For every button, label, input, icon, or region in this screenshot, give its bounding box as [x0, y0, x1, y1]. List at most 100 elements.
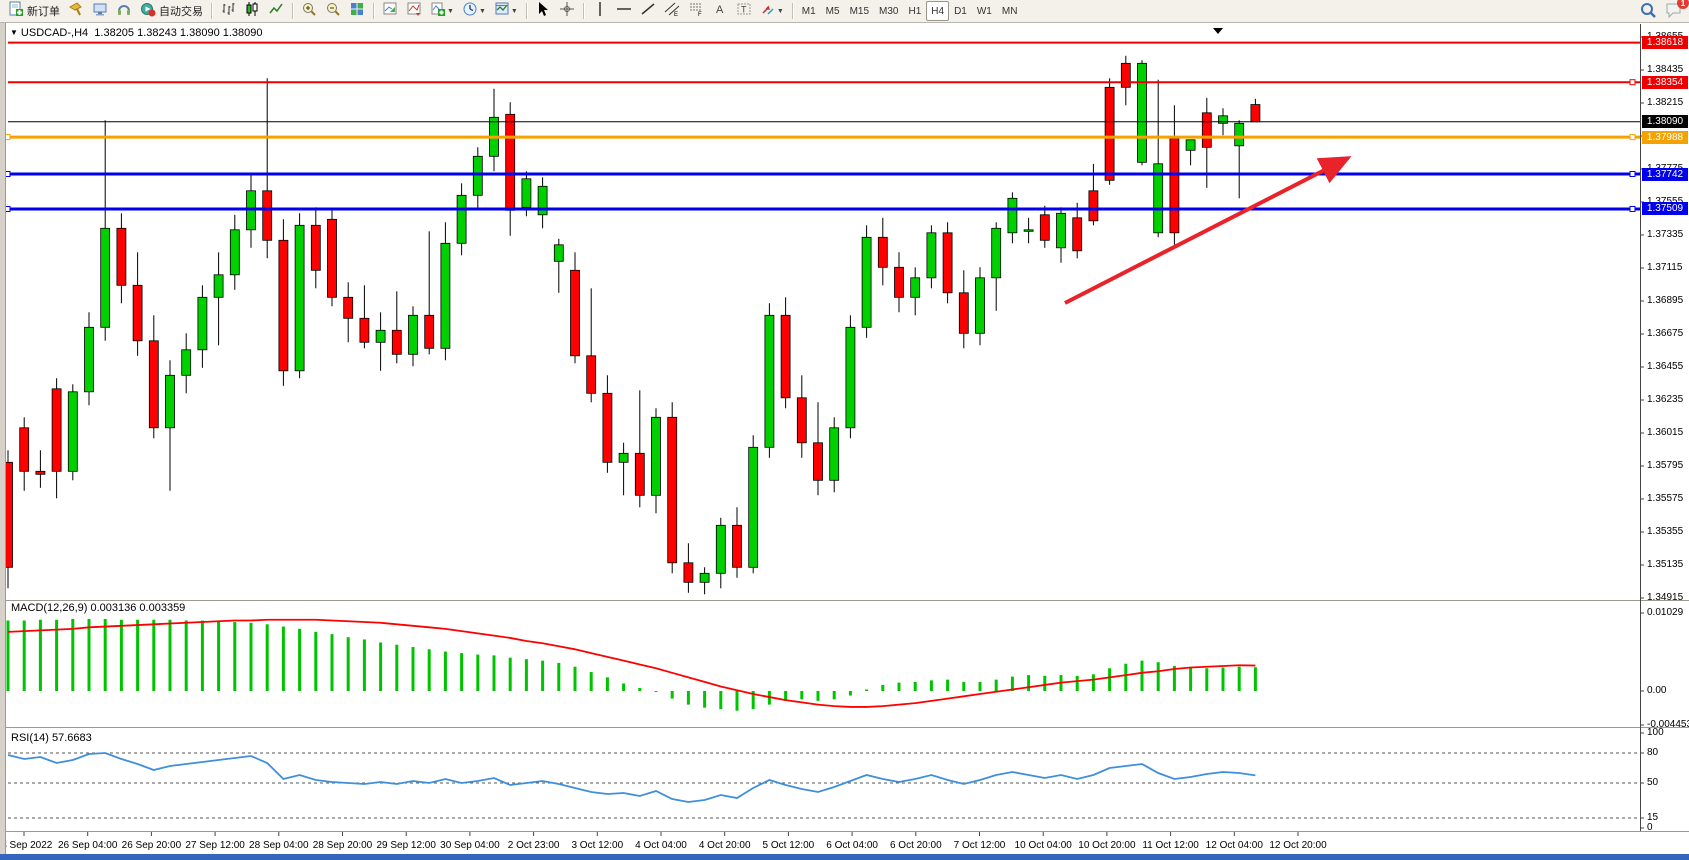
- macd-histogram-bar: [655, 691, 658, 692]
- candle-body: [522, 179, 531, 208]
- timeframe-m30[interactable]: M30: [874, 1, 903, 21]
- macd-histogram-bar: [946, 680, 949, 691]
- candle-body: [311, 225, 320, 270]
- fibonacci-button[interactable]: F: [685, 1, 707, 21]
- candle-body: [360, 318, 369, 342]
- price-axis-label: 1.34915: [1647, 592, 1683, 603]
- price-axis-label: 1.35575: [1647, 493, 1683, 504]
- bar-chart-button[interactable]: [217, 1, 239, 21]
- periods-button[interactable]: ▼: [459, 1, 489, 21]
- candle-body: [149, 341, 158, 428]
- candle-body: [20, 428, 29, 472]
- time-axis-label: 4 Oct 04:00: [635, 840, 687, 851]
- candle-body: [441, 243, 450, 348]
- macd-histogram-bar: [574, 667, 577, 691]
- macd-histogram-bar: [1043, 676, 1046, 691]
- cursor-button[interactable]: [532, 1, 554, 21]
- macd-histogram-bar: [314, 632, 317, 691]
- candle-body: [247, 191, 256, 230]
- profile-button-2[interactable]: [403, 1, 425, 21]
- timeframe-h1[interactable]: H1: [903, 1, 926, 21]
- toolbar-separator: [373, 3, 374, 19]
- macd-label: MACD(12,26,9) 0.003136 0.003359: [11, 602, 185, 614]
- indicators-button[interactable]: ▼: [427, 1, 457, 21]
- chart-background[interactable]: [7, 24, 1689, 854]
- candle-body: [652, 417, 661, 495]
- channel-button[interactable]: E: [661, 1, 683, 21]
- profile-button[interactable]: [379, 1, 401, 21]
- macd-histogram-bar: [833, 691, 836, 699]
- candle-body: [1154, 164, 1163, 233]
- autotrading-button[interactable]: 自动交易: [137, 1, 206, 21]
- timeframe-h4[interactable]: H4: [926, 1, 949, 21]
- zoom-out-button[interactable]: [322, 1, 344, 21]
- candle-body: [344, 297, 353, 318]
- candle-body: [1024, 230, 1033, 232]
- arrows-button[interactable]: ▼: [757, 1, 787, 21]
- horizontal-line-button[interactable]: [613, 1, 635, 21]
- candle-body: [182, 350, 191, 376]
- time-axis-label: 30 Sep 04:00: [440, 840, 500, 851]
- tile-windows-button[interactable]: [346, 1, 368, 21]
- toolbar-separator: [583, 3, 584, 19]
- line-handle[interactable]: [1630, 135, 1635, 140]
- zoom-in-button[interactable]: [298, 1, 320, 21]
- macd-histogram-bar: [39, 620, 42, 691]
- candle-body: [392, 330, 401, 354]
- macd-histogram-bar: [865, 689, 868, 691]
- macd-histogram-bar: [493, 655, 496, 691]
- new-order-icon: [8, 1, 24, 22]
- candle-body: [473, 156, 482, 195]
- macd-histogram-bar: [152, 620, 155, 691]
- templates-button[interactable]: ▼: [491, 1, 521, 21]
- macd-histogram-bar: [557, 663, 560, 691]
- macd-histogram-bar: [1027, 675, 1030, 691]
- macd-histogram-bar: [736, 691, 739, 711]
- timeframe-m1[interactable]: M1: [797, 1, 821, 21]
- text-label-button[interactable]: T: [733, 1, 755, 21]
- candle-body: [700, 573, 709, 582]
- timeframe-d1[interactable]: D1: [949, 1, 972, 21]
- chat-button[interactable]: 1: [1665, 1, 1683, 24]
- trend-arrow-annotation[interactable]: [1065, 158, 1348, 303]
- new-order-button[interactable]: 新订单: [5, 1, 63, 21]
- window-left-edge: [0, 23, 6, 854]
- rsi-label: RSI(14) 57.6683: [11, 732, 92, 744]
- timeframe-mn[interactable]: MN: [997, 1, 1023, 21]
- search-icon[interactable]: [1639, 1, 1657, 24]
- candle-body: [635, 453, 644, 495]
- price-axis-label: 1.35135: [1647, 559, 1683, 570]
- time-axis-label: 12 Oct 04:00: [1206, 840, 1263, 851]
- candlestick-chart-button[interactable]: [241, 1, 263, 21]
- crosshair-button[interactable]: [556, 1, 578, 21]
- candle-body: [684, 563, 693, 583]
- timeframe-m15[interactable]: M15: [845, 1, 874, 21]
- timeframe-m5[interactable]: M5: [821, 1, 845, 21]
- candle-body: [36, 471, 45, 474]
- line-handle[interactable]: [1630, 172, 1635, 177]
- time-axis-label: 23 Sep 2022: [0, 840, 52, 851]
- candle-body: [1235, 123, 1244, 146]
- tool-button[interactable]: [113, 1, 135, 21]
- candle-body: [765, 315, 774, 447]
- price-level-badge: 1.37742: [1642, 168, 1688, 181]
- price-level-badge: 1.38618: [1642, 36, 1688, 49]
- chart-shift-marker[interactable]: [1213, 28, 1223, 34]
- tool-button[interactable]: [65, 1, 87, 21]
- text-button[interactable]: A: [709, 1, 731, 21]
- tool-button[interactable]: [89, 1, 111, 21]
- line-handle[interactable]: [1630, 80, 1635, 85]
- vertical-line-button[interactable]: [589, 1, 611, 21]
- zoom-out-icon: [325, 1, 341, 22]
- timeframe-w1[interactable]: W1: [972, 1, 997, 21]
- line-handle[interactable]: [1630, 206, 1635, 211]
- candle-body: [1186, 140, 1195, 151]
- trendline-button[interactable]: [637, 1, 659, 21]
- candle-body: [376, 330, 385, 342]
- macd-histogram-bar: [201, 621, 204, 691]
- macd-histogram-bar: [363, 639, 366, 691]
- macd-histogram-bar: [88, 619, 91, 691]
- line-chart-button[interactable]: [265, 1, 287, 21]
- time-axis-label: 26 Sep 04:00: [58, 840, 118, 851]
- macd-histogram-bar: [962, 682, 965, 691]
